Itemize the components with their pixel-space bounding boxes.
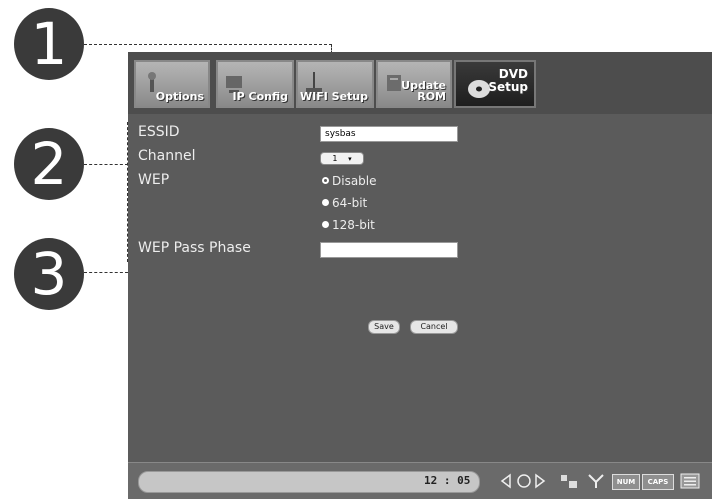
wifi-setup-form: ESSID sysbas Channel 1 ▾ WEP Disable 64-… (128, 114, 712, 454)
wifi-setup-button[interactable]: WIFI Setup (296, 60, 374, 108)
status-bar: 12 : 05 NUM CAPS (128, 462, 712, 499)
options-label: Options (155, 90, 204, 103)
essid-label: ESSID (138, 124, 180, 140)
ip-config-button[interactable]: IP Config (216, 60, 294, 108)
wep-option-64bit[interactable]: 64-bit (322, 196, 367, 210)
wep-passphrase-label: WEP Pass Phase (138, 240, 251, 256)
navigation-arrows-icon[interactable] (500, 473, 554, 489)
radio-icon (322, 221, 329, 228)
menu-icon[interactable] (680, 473, 700, 489)
radio-icon (322, 199, 329, 206)
wep-option-label: 128-bit (332, 218, 375, 232)
options-button[interactable]: Options (134, 60, 210, 108)
wep-option-128bit[interactable]: 128-bit (322, 218, 375, 232)
tools-icon[interactable] (586, 473, 606, 489)
callout-3-leader (84, 272, 128, 273)
network-icon[interactable] (560, 473, 578, 489)
essid-input[interactable]: sysbas (320, 126, 458, 142)
callout-3: 3 (14, 238, 84, 310)
wep-option-label: 64-bit (332, 196, 368, 210)
wep-option-disable[interactable]: Disable (322, 174, 377, 188)
wep-label: WEP (138, 172, 170, 188)
chevron-down-icon: ▾ (348, 155, 352, 163)
save-button[interactable]: Save (368, 320, 400, 334)
callout-2: 2 (14, 128, 84, 200)
toolbar: Options IP Config WIFI Setup Update ROM … (128, 52, 712, 114)
callout-1-leader (84, 44, 332, 45)
dvd-setup-label: DVD Setup (488, 67, 528, 94)
channel-label: Channel (138, 148, 196, 164)
channel-value: 1 (332, 154, 338, 163)
wep-option-label: Disable (332, 174, 377, 188)
dvd-setup-button[interactable]: DVD Setup (454, 60, 536, 108)
update-rom-button[interactable]: Update ROM (376, 60, 452, 108)
wifi-setup-label: WIFI Setup (299, 90, 368, 103)
num-lock-indicator: NUM (612, 474, 640, 490)
cancel-button[interactable]: Cancel (410, 320, 458, 334)
clock-time: 12 : 05 (424, 474, 471, 487)
radio-selected-icon (322, 177, 329, 184)
channel-select[interactable]: 1 ▾ (320, 152, 364, 165)
device-screen: Options IP Config WIFI Setup Update ROM … (128, 52, 712, 499)
ip-config-label: IP Config (232, 90, 288, 103)
wep-passphrase-input[interactable] (320, 242, 458, 258)
callout-1: 1 (14, 8, 84, 80)
update-rom-label: Update ROM (401, 79, 446, 103)
caps-lock-indicator: CAPS (642, 474, 674, 490)
callout-2-leader (84, 164, 128, 165)
